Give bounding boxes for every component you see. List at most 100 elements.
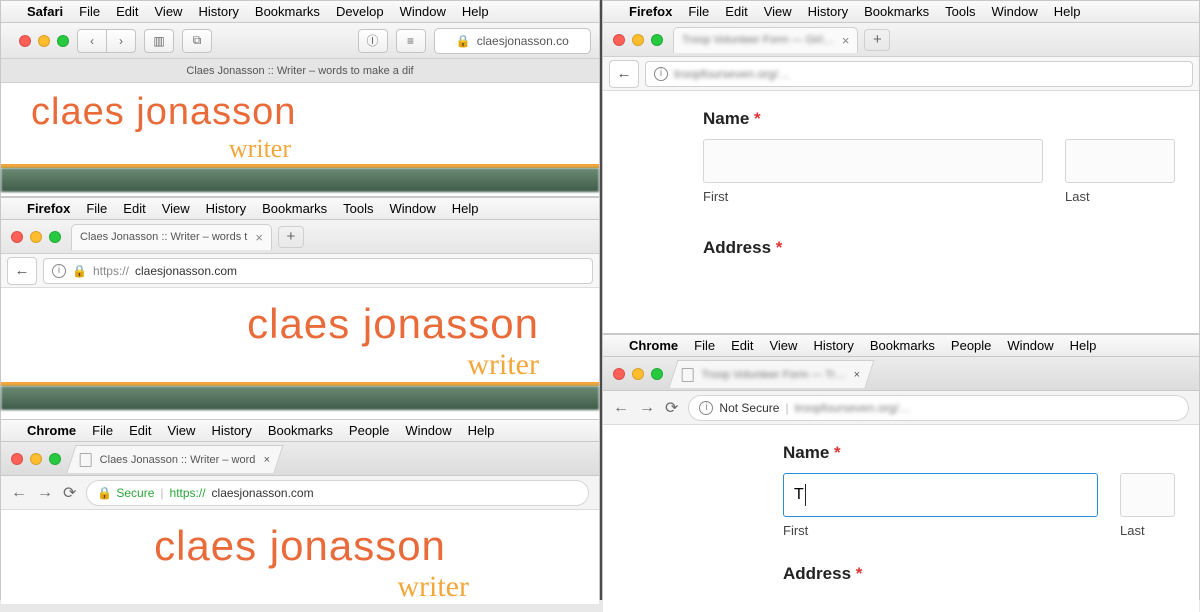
site-info-icon[interactable]: i (654, 67, 668, 81)
menu-develop[interactable]: Develop (336, 4, 384, 19)
minimize-window-icon[interactable] (632, 34, 644, 46)
minimize-window-icon[interactable] (38, 35, 50, 47)
last-name-input[interactable] (1120, 473, 1175, 517)
minimize-window-icon[interactable] (30, 453, 42, 465)
menu-bookmarks[interactable]: Bookmarks (864, 4, 929, 19)
app-name[interactable]: Firefox (629, 4, 672, 19)
browser-tab[interactable]: Claes Jonasson :: Writer – words t × (71, 224, 272, 250)
menu-edit[interactable]: Edit (123, 201, 145, 216)
chrome-urlbar-row: ← → ⟳ 🔒 Secure | https://claesjonasson.c… (1, 476, 599, 510)
browser-tab[interactable]: Troop Volunteer Form — Girl… × (673, 27, 858, 53)
back-button[interactable]: ← (7, 257, 37, 285)
close-window-icon[interactable] (613, 368, 625, 380)
close-window-icon[interactable] (11, 231, 23, 243)
safari-tab[interactable]: Claes Jonasson :: Writer – words to make… (1, 59, 599, 83)
maximize-window-icon[interactable] (49, 453, 61, 465)
reload-button[interactable]: ⟳ (665, 398, 678, 418)
new-tab-button[interactable]: + (278, 226, 304, 248)
reader-button[interactable]: Ⓘ (358, 29, 388, 53)
menu-file[interactable]: File (86, 201, 107, 216)
reload-button[interactable]: ⟳ (63, 483, 76, 503)
sidebar-button[interactable]: ▥ (144, 29, 174, 53)
new-tab-button[interactable]: + (864, 29, 890, 51)
secure-badge[interactable]: 🔒 Secure (97, 486, 154, 500)
menu-help[interactable]: Help (468, 423, 495, 438)
menu-edit[interactable]: Edit (731, 338, 753, 353)
tab-overview-button[interactable]: ⧉ (182, 29, 212, 53)
browser-tab[interactable]: Troop Volunteer Form — Tr… × (668, 360, 874, 388)
close-window-icon[interactable] (11, 453, 23, 465)
menu-history[interactable]: History (198, 4, 238, 19)
maximize-window-icon[interactable] (651, 34, 663, 46)
close-window-icon[interactable] (613, 34, 625, 46)
first-name-input[interactable] (703, 139, 1043, 183)
menu-view[interactable]: View (167, 423, 195, 438)
menu-tools[interactable]: Tools (343, 201, 373, 216)
app-name[interactable]: Firefox (27, 201, 70, 216)
site-info-icon[interactable]: i (699, 401, 713, 415)
menu-window[interactable]: Window (390, 201, 436, 216)
menu-help[interactable]: Help (452, 201, 479, 216)
minimize-window-icon[interactable] (30, 231, 42, 243)
menu-people[interactable]: People (349, 423, 389, 438)
menu-people[interactable]: People (951, 338, 991, 353)
last-name-input[interactable] (1065, 139, 1175, 183)
address-bar[interactable]: 🔒 Secure | https://claesjonasson.com (86, 480, 589, 506)
address-bar[interactable]: 🔒 claesjonasson.co (434, 28, 591, 54)
menu-window[interactable]: Window (992, 4, 1038, 19)
menu-view[interactable]: View (764, 4, 792, 19)
menu-window[interactable]: Window (400, 4, 446, 19)
back-button[interactable]: ← (11, 484, 27, 502)
back-button[interactable]: ‹ (77, 29, 107, 53)
menu-tools[interactable]: Tools (945, 4, 975, 19)
back-button[interactable]: ← (609, 60, 639, 88)
menu-view[interactable]: View (155, 4, 183, 19)
menu-file[interactable]: File (694, 338, 715, 353)
close-tab-icon[interactable]: × (255, 230, 263, 245)
menu-window[interactable]: Window (1007, 338, 1053, 353)
menu-view[interactable]: View (162, 201, 190, 216)
menu-bookmarks[interactable]: Bookmarks (268, 423, 333, 438)
app-name[interactable]: Safari (27, 4, 63, 19)
close-tab-icon[interactable]: × (854, 368, 860, 380)
address-bar[interactable]: i 🔒 https://claesjonasson.com (43, 258, 593, 284)
close-tab-icon[interactable]: × (264, 453, 270, 465)
forward-button[interactable]: → (639, 399, 655, 417)
menu-history[interactable]: History (808, 4, 848, 19)
menu-bookmarks[interactable]: Bookmarks (870, 338, 935, 353)
forward-button[interactable]: → (37, 484, 53, 502)
menu-bookmarks[interactable]: Bookmarks (262, 201, 327, 216)
address-bar[interactable]: i troopfourseven.org/… (645, 61, 1193, 87)
menu-window[interactable]: Window (405, 423, 451, 438)
forward-button[interactable]: › (106, 29, 136, 53)
menu-button[interactable]: ≡ (396, 29, 426, 53)
maximize-window-icon[interactable] (49, 231, 61, 243)
site-info-icon[interactable]: i (52, 264, 66, 278)
address-bar[interactable]: i Not Secure | troopfourseven.org/… (688, 395, 1189, 421)
close-window-icon[interactable] (19, 35, 31, 47)
menu-edit[interactable]: Edit (116, 4, 138, 19)
first-name-input[interactable]: T (783, 473, 1098, 517)
menu-view[interactable]: View (769, 338, 797, 353)
back-button[interactable]: ← (613, 399, 629, 417)
menu-file[interactable]: File (79, 4, 100, 19)
browser-tab[interactable]: Claes Jonasson :: Writer – word × (66, 445, 283, 473)
menu-help[interactable]: Help (462, 4, 489, 19)
hero-image (1, 386, 599, 410)
menu-bookmarks[interactable]: Bookmarks (255, 4, 320, 19)
menu-history[interactable]: History (211, 423, 251, 438)
close-tab-icon[interactable]: × (842, 33, 850, 48)
menu-file[interactable]: File (688, 4, 709, 19)
maximize-window-icon[interactable] (651, 368, 663, 380)
menu-history[interactable]: History (206, 201, 246, 216)
minimize-window-icon[interactable] (632, 368, 644, 380)
menu-help[interactable]: Help (1070, 338, 1097, 353)
app-name[interactable]: Chrome (27, 423, 76, 438)
menu-edit[interactable]: Edit (725, 4, 747, 19)
menu-file[interactable]: File (92, 423, 113, 438)
menu-edit[interactable]: Edit (129, 423, 151, 438)
menu-help[interactable]: Help (1054, 4, 1081, 19)
maximize-window-icon[interactable] (57, 35, 69, 47)
app-name[interactable]: Chrome (629, 338, 678, 353)
menu-history[interactable]: History (813, 338, 853, 353)
